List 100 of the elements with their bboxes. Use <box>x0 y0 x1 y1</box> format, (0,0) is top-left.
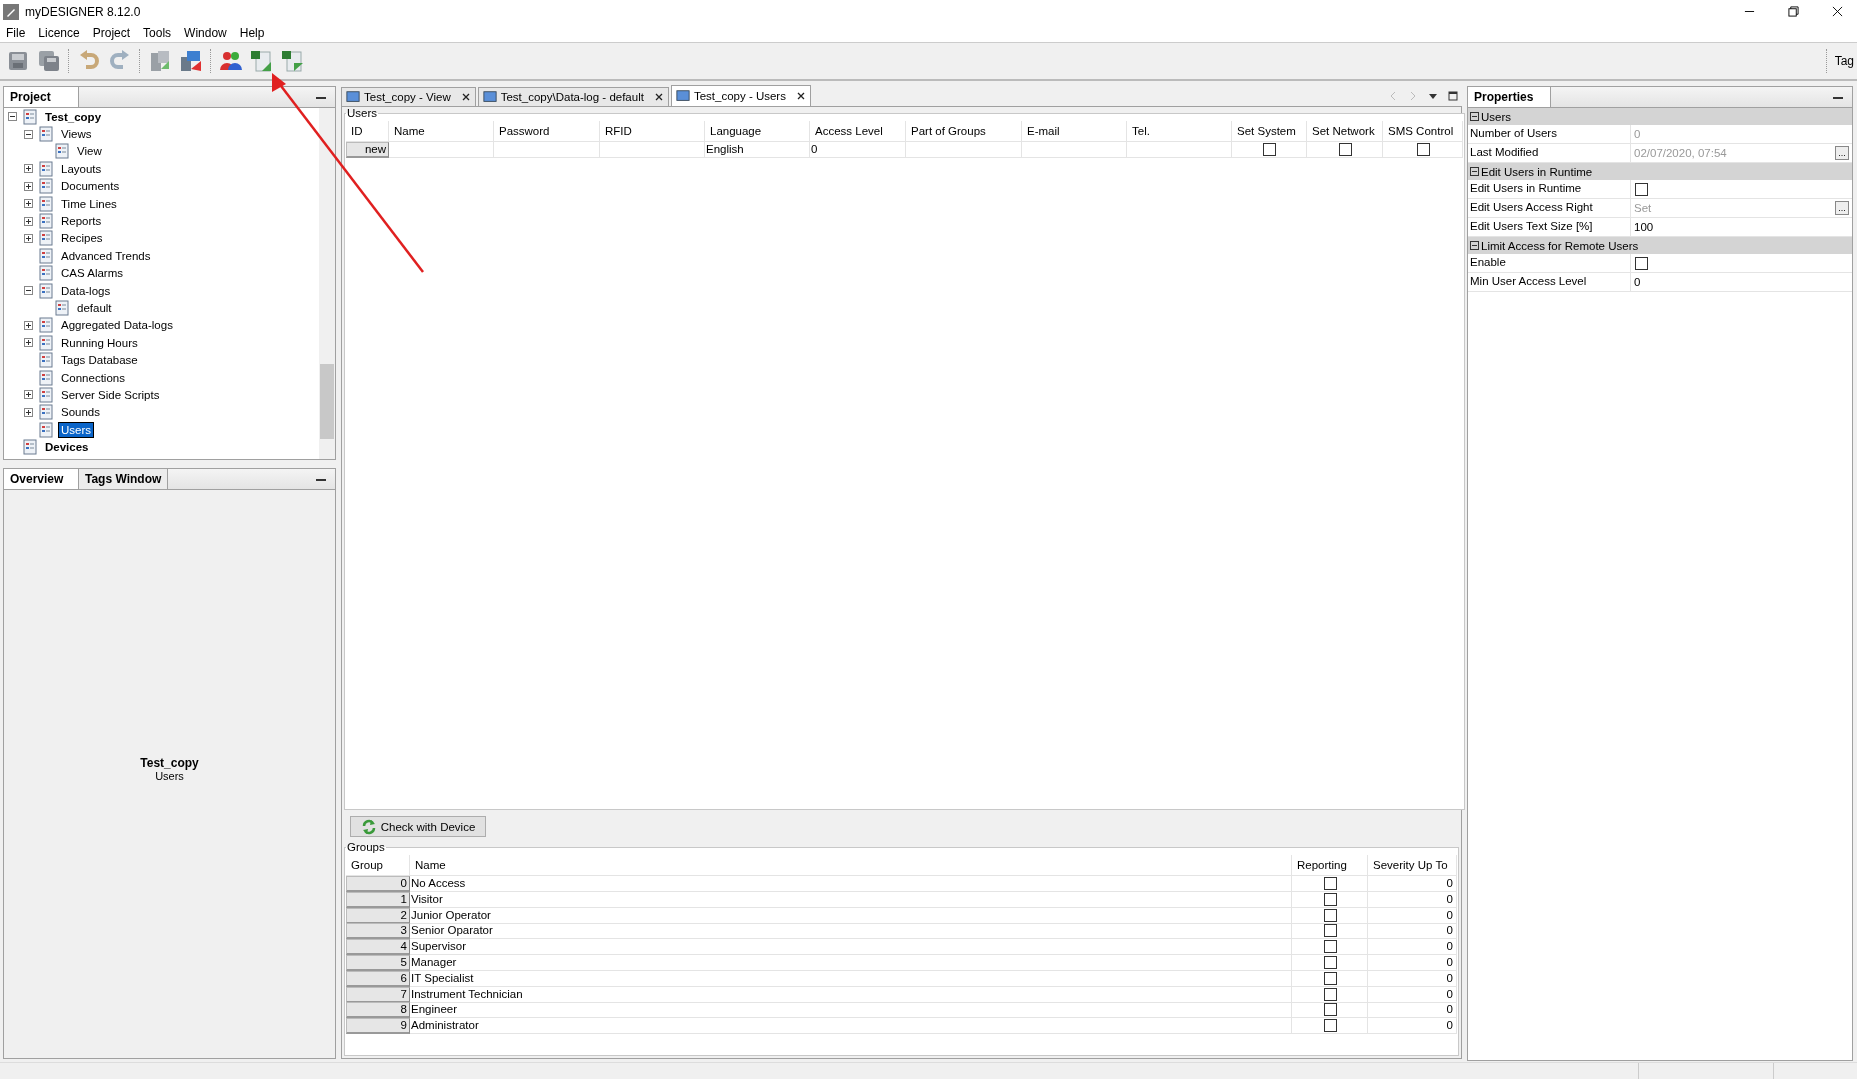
column-header[interactable]: Tel. <box>1127 121 1232 142</box>
tree-item[interactable]: Recipes <box>59 231 105 246</box>
save-all-icon[interactable] <box>37 49 61 73</box>
tree-item[interactable]: Views <box>59 127 94 142</box>
checkbox[interactable] <box>1323 877 1337 890</box>
collapse-icon[interactable] <box>1470 112 1479 121</box>
editor-tab[interactable]: Test_copy\Data-log - default <box>477 87 669 106</box>
column-header[interactable]: Severity Up To <box>1368 855 1457 876</box>
server-download-icon[interactable] <box>179 49 203 73</box>
checkbox[interactable] <box>1323 908 1337 922</box>
checkbox[interactable] <box>1323 971 1337 985</box>
panel-tab[interactable]: Project <box>4 87 79 107</box>
menu-item[interactable]: Help <box>239 25 265 40</box>
spreadsheet-export-icon[interactable] <box>281 49 305 73</box>
row-header[interactable]: 0 <box>346 876 410 892</box>
expander-icon[interactable] <box>8 112 17 122</box>
column-header[interactable]: SMS Control <box>1383 121 1463 142</box>
row-header[interactable]: 8 <box>346 1002 410 1019</box>
checkbox[interactable] <box>1323 892 1337 906</box>
panel-tab[interactable]: Overview <box>4 469 79 489</box>
expander-icon[interactable] <box>24 338 33 348</box>
maximize-icon[interactable] <box>1448 91 1458 101</box>
tree-item[interactable]: Aggregated Data-logs <box>59 318 175 333</box>
check-with-device-button[interactable]: Check with Device <box>350 816 486 837</box>
column-header[interactable]: Name <box>389 121 494 142</box>
scrollbar[interactable] <box>319 108 335 459</box>
row-header[interactable]: 4 <box>346 939 410 956</box>
checkbox[interactable] <box>1416 143 1430 156</box>
checkbox[interactable] <box>1323 987 1337 1001</box>
close-icon[interactable] <box>795 91 806 101</box>
dropdown-icon[interactable] <box>1428 91 1438 101</box>
menu-item[interactable]: File <box>6 25 26 40</box>
tree-item[interactable]: Layouts <box>59 161 104 176</box>
column-header[interactable]: Access Level <box>810 121 906 142</box>
row-header[interactable]: new <box>346 142 389 158</box>
column-header[interactable]: Name <box>410 855 1292 876</box>
column-header[interactable]: Password <box>494 121 600 142</box>
tree-item[interactable]: Devices <box>43 440 91 455</box>
checkbox[interactable] <box>1323 1003 1337 1017</box>
expander-icon[interactable] <box>24 129 33 139</box>
tree-item[interactable]: Time Lines <box>59 196 119 211</box>
checkbox[interactable] <box>1635 256 1648 270</box>
tree-item[interactable]: Data-logs <box>59 283 113 298</box>
tree-item[interactable]: Test_copy <box>43 109 104 124</box>
save-icon[interactable] <box>6 49 30 73</box>
checkbox[interactable] <box>1338 143 1352 156</box>
collapse-icon[interactable] <box>1470 167 1479 176</box>
tree-item[interactable]: Tags Database <box>59 353 140 368</box>
checkbox[interactable] <box>1263 143 1276 156</box>
tree-item[interactable]: Reports <box>59 214 104 229</box>
column-header[interactable]: Reporting <box>1292 855 1368 876</box>
menu-item[interactable]: Window <box>184 25 227 40</box>
close-icon[interactable] <box>460 92 471 102</box>
tree-item[interactable]: Connections <box>59 370 127 385</box>
checkbox[interactable] <box>1323 924 1337 938</box>
tree-item[interactable]: Server Side Scripts <box>59 387 162 402</box>
expander-icon[interactable] <box>24 181 33 191</box>
expander-icon[interactable] <box>24 199 33 209</box>
panel-tab[interactable]: Properties <box>1468 87 1551 107</box>
expander-icon[interactable] <box>24 390 33 400</box>
column-header[interactable]: Set System <box>1232 121 1307 142</box>
column-header[interactable]: Part of Groups <box>906 121 1022 142</box>
spreadsheet-import-icon[interactable] <box>250 49 274 73</box>
row-header[interactable]: 9 <box>346 1018 410 1035</box>
column-header[interactable]: RFID <box>600 121 705 142</box>
expander-icon[interactable] <box>24 164 33 174</box>
restore-icon[interactable] <box>1788 6 1799 17</box>
panel-tab[interactable]: Tags Window <box>79 469 169 489</box>
row-header[interactable]: 3 <box>346 923 410 940</box>
menu-item[interactable]: Licence <box>38 25 80 40</box>
toolbar-label[interactable]: Tag <box>1834 54 1857 68</box>
checkbox[interactable] <box>1635 182 1648 196</box>
tree-item[interactable]: Users <box>59 422 94 437</box>
editor-tab[interactable]: Test_copy - Users <box>670 85 811 106</box>
menu-item[interactable]: Tools <box>143 25 172 40</box>
tree-item[interactable]: default <box>75 301 114 315</box>
close-icon[interactable] <box>1832 6 1843 17</box>
checkbox[interactable] <box>1323 940 1337 954</box>
tree-item[interactable]: CAS Alarms <box>59 266 125 281</box>
expander-icon[interactable] <box>24 233 33 243</box>
expander-icon[interactable] <box>24 320 33 330</box>
checkbox[interactable] <box>1323 956 1337 969</box>
column-header[interactable]: Set Network <box>1307 121 1383 142</box>
menu-item[interactable]: Project <box>92 25 131 40</box>
expander-icon[interactable] <box>24 286 33 296</box>
expander-icon[interactable] <box>24 407 33 417</box>
column-header[interactable]: Language <box>705 121 810 142</box>
tree-item[interactable]: Documents <box>59 179 122 194</box>
tree-item[interactable]: Advanced Trends <box>59 248 153 263</box>
checkbox[interactable] <box>1323 1019 1337 1033</box>
tree-item[interactable]: Sounds <box>59 405 102 420</box>
property-value[interactable]: 100 <box>1634 221 1654 233</box>
close-icon[interactable] <box>653 92 664 102</box>
property-value[interactable]: 0 <box>1634 276 1641 288</box>
tree-item[interactable]: View <box>75 144 104 159</box>
collapse-icon[interactable] <box>1470 241 1479 250</box>
tree-item[interactable]: Running Hours <box>59 335 140 350</box>
editor-tab[interactable]: Test_copy - View <box>341 87 476 106</box>
column-header[interactable]: E-mail <box>1022 121 1127 142</box>
expander-icon[interactable] <box>24 216 33 226</box>
